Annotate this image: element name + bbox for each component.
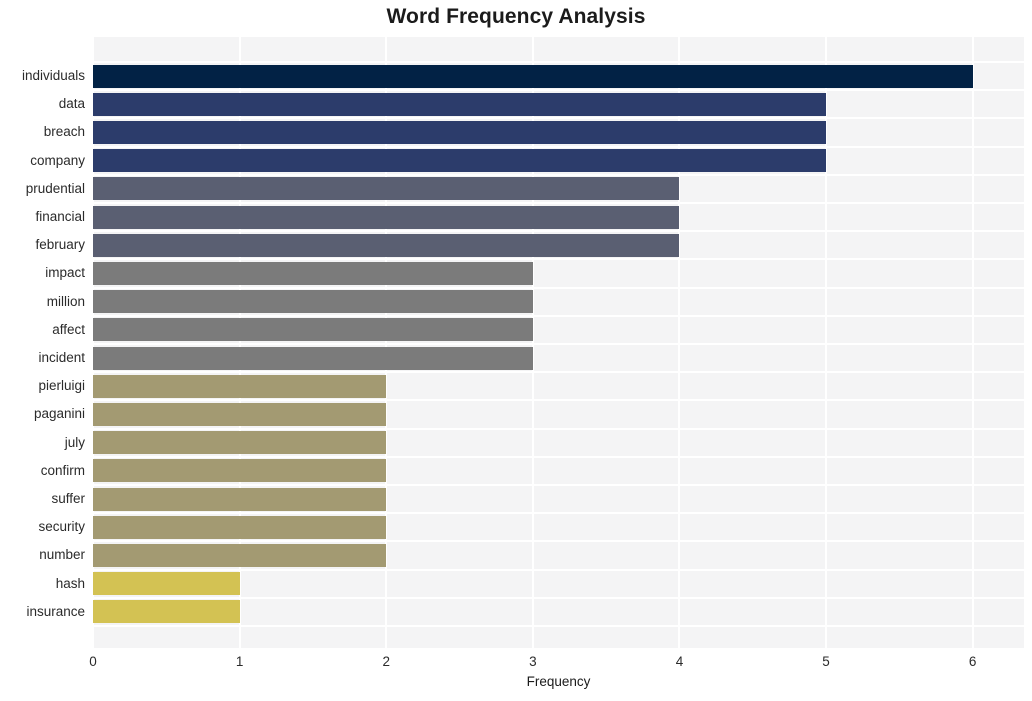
plot-area xyxy=(93,37,1024,648)
x-axis-tick-label: 0 xyxy=(89,654,97,669)
y-axis-tick-label: breach xyxy=(43,124,85,140)
x-axis-tick-label: 6 xyxy=(968,654,977,669)
x-axis-tick-label: 3 xyxy=(529,654,537,669)
x-axis-tick-label: 4 xyxy=(675,654,684,669)
bar xyxy=(93,543,387,567)
bar xyxy=(93,177,680,201)
bar xyxy=(93,374,387,398)
x-axis-tick-label: 5 xyxy=(822,654,830,669)
bar xyxy=(93,402,387,426)
word-frequency-chart: Word Frequency Analysis individuals data b… xyxy=(0,0,1032,701)
bar xyxy=(93,572,240,596)
y-axis-tick-label: paganini xyxy=(33,406,85,422)
bar xyxy=(93,290,533,314)
bar xyxy=(93,487,387,511)
y-axis-tick-label: insurance xyxy=(26,603,85,619)
y-axis-tick-label: prudential xyxy=(25,180,85,196)
y-axis-tick-label: confirm xyxy=(40,462,85,478)
bar xyxy=(93,149,827,173)
bar xyxy=(93,261,533,285)
x-axis-tick-label: 1 xyxy=(235,654,244,669)
bar xyxy=(93,92,827,116)
bar xyxy=(93,515,387,539)
y-axis-tick-label: july xyxy=(64,434,85,450)
y-axis-tick-label: february xyxy=(35,237,85,253)
y-axis-tick-label: pierluigi xyxy=(38,378,85,394)
bars-layer xyxy=(93,37,1024,648)
bar xyxy=(93,431,387,455)
bar xyxy=(93,459,387,483)
y-axis-tick-label: impact xyxy=(45,265,85,281)
y-axis-tick-label: million xyxy=(46,293,85,309)
bar xyxy=(93,318,533,342)
x-axis-title: Frequency xyxy=(526,674,591,689)
y-axis-tick-labels: individuals data breach company prudential fi… xyxy=(0,37,85,648)
y-axis-tick-label: individuals xyxy=(21,68,85,83)
y-axis-tick-label: company xyxy=(30,152,85,168)
x-axis-tick-labels: 0 1 2 3 4 5 6 xyxy=(89,648,1024,674)
bar xyxy=(93,120,827,144)
y-axis-tick-label: hash xyxy=(55,575,85,591)
y-axis-tick-label: number xyxy=(39,547,85,563)
bar xyxy=(93,346,533,370)
chart-title: Word Frequency Analysis xyxy=(386,5,646,28)
x-axis-tick-label: 2 xyxy=(382,654,390,669)
y-axis-tick-label: incident xyxy=(38,350,85,365)
y-axis-tick-label: financial xyxy=(35,209,85,224)
bar xyxy=(93,233,680,257)
bar xyxy=(93,600,240,624)
y-axis-tick-label: suffer xyxy=(51,491,85,506)
y-axis-tick-label: security xyxy=(38,519,85,535)
y-axis-tick-label: affect xyxy=(52,321,85,337)
y-axis-tick-label: data xyxy=(58,96,85,112)
bar xyxy=(93,64,973,88)
bar xyxy=(93,205,680,229)
